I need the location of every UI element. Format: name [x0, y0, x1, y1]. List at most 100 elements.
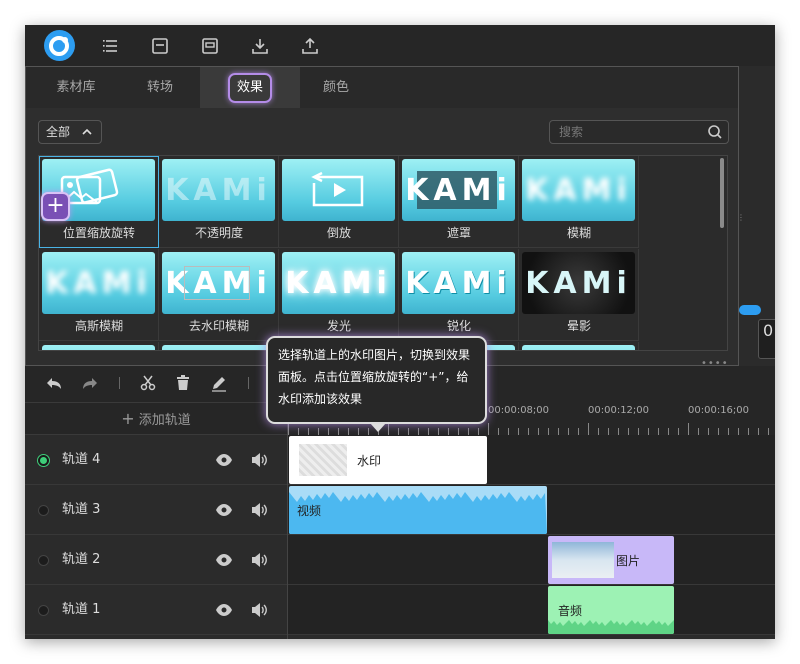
effect-thumbnail: KAMi	[282, 252, 395, 314]
effect-card[interactable]: KAMi 遮罩	[399, 156, 519, 248]
tab-effects-label: 效果	[227, 73, 272, 103]
effect-label: 模糊	[566, 226, 591, 240]
track-name: 轨道 1	[62, 602, 101, 617]
track-divider	[287, 402, 288, 639]
category-filter[interactable]: 全部	[38, 120, 102, 144]
eye-icon[interactable]	[215, 553, 233, 567]
track-row[interactable]: 轨道 3	[25, 485, 287, 535]
effect-card[interactable]: KAMi 高斯模糊	[39, 249, 159, 341]
thumbnail-text: KAMi	[405, 172, 512, 208]
effect-thumbnail	[162, 345, 275, 350]
reverse-play-icon	[311, 171, 364, 207]
tab-colors[interactable]: 颜色	[286, 67, 386, 108]
track-row[interactable]: 轨道 4	[25, 435, 287, 485]
track-row[interactable]: 轨道 1	[25, 585, 287, 635]
clip-label: 图片	[616, 554, 641, 568]
panel-resize-handle[interactable]: ⋮	[737, 213, 745, 222]
save-icon[interactable]	[150, 36, 170, 56]
speaker-icon[interactable]	[250, 552, 268, 568]
save-as-icon[interactable]	[200, 36, 220, 56]
ruler-tick	[558, 428, 559, 435]
track-select-toggle[interactable]	[38, 605, 49, 616]
effects-panel: 素材库 转场 效果 颜色 全部 搜索 位置缩放旋转 + KAMi 不透明度 倒放 KAMi…	[25, 66, 739, 366]
guide-tooltip: 选择轨道上的水印图片，切换到效果面板。点击位置缩放旋转的“+”，给水印添加该效果	[266, 336, 487, 432]
search-placeholder: 搜索	[559, 125, 584, 139]
speaker-icon[interactable]	[250, 502, 268, 518]
ruler-tick	[408, 428, 409, 435]
effect-card[interactable]: KAMi 发光	[279, 249, 399, 341]
cut-icon[interactable]	[139, 374, 157, 392]
ruler-tick	[328, 428, 329, 435]
eye-icon[interactable]	[215, 503, 233, 517]
effect-thumbnail: KAMi	[162, 159, 275, 221]
edit-icon[interactable]	[210, 374, 228, 392]
clip-watermark[interactable]: 水印	[289, 436, 487, 484]
clip-label: 视频	[297, 504, 322, 518]
effect-card[interactable]	[39, 342, 159, 350]
app-logo	[44, 30, 75, 61]
track-select-toggle[interactable]	[38, 455, 49, 466]
eye-icon[interactable]	[215, 603, 233, 617]
track-name: 轨道 3	[62, 502, 101, 517]
ruler-tick	[468, 428, 469, 435]
tab-effects[interactable]: 效果	[200, 67, 300, 108]
ruler-tick	[678, 428, 679, 435]
undo-icon[interactable]	[45, 374, 63, 392]
effect-card[interactable]: 位置缩放旋转 +	[39, 156, 159, 248]
thumbnail-text: KAMi	[525, 265, 632, 301]
clip-label: 音频	[558, 604, 583, 618]
effect-card[interactable]: KAMi 锐化	[399, 249, 519, 341]
clip-video[interactable]: 视频	[289, 486, 547, 534]
effects-scrollbar[interactable]	[720, 158, 724, 228]
effect-card[interactable]: KAMi 模糊	[519, 156, 639, 248]
effect-card[interactable]: KAMi 去水印模糊	[159, 249, 279, 341]
thumbnail-text: KAMi	[45, 265, 152, 301]
ruler-tick	[698, 428, 699, 435]
search-input[interactable]: 搜索	[549, 120, 729, 144]
effect-label: 遮罩	[446, 226, 471, 240]
tab-transitions[interactable]: 转场	[110, 67, 210, 108]
eye-icon[interactable]	[215, 453, 233, 467]
add-effect-plus-icon[interactable]: +	[41, 192, 70, 221]
ruler-tick	[318, 428, 319, 435]
speaker-icon[interactable]	[250, 452, 268, 468]
redo-icon[interactable]	[81, 374, 99, 392]
ruler-tick	[618, 428, 619, 435]
export-icon[interactable]	[300, 36, 320, 56]
delete-icon[interactable]	[174, 374, 192, 392]
thumbnail-text: KAMi	[165, 172, 272, 208]
track-lane[interactable]: 音频	[288, 585, 775, 635]
effect-label: 晕影	[566, 319, 591, 333]
track-lane[interactable]: 视频	[288, 485, 775, 535]
search-icon[interactable]	[707, 124, 723, 140]
track-row[interactable]: 轨道 2	[25, 535, 287, 585]
effect-thumbnail	[282, 159, 395, 221]
speaker-icon[interactable]	[250, 602, 268, 618]
track-lane[interactable]: 水印	[288, 435, 775, 485]
ruler-tick	[418, 428, 419, 435]
effect-card[interactable]: KAMi 不透明度	[159, 156, 279, 248]
effect-card[interactable]	[519, 342, 639, 350]
list-icon[interactable]	[101, 36, 121, 56]
track-lane[interactable]: 图片	[288, 535, 775, 585]
ruler-tick	[498, 428, 499, 435]
panel-tabs: 素材库 转场 效果 颜色	[26, 67, 738, 108]
add-track-button[interactable]: + 添加轨道	[25, 403, 287, 436]
ruler-tick	[288, 423, 289, 435]
effect-card[interactable]: KAMi 晕影	[519, 249, 639, 341]
track-select-toggle[interactable]	[38, 555, 49, 566]
timecode-label: 00:00:16;00	[688, 405, 750, 416]
ruler-tick	[358, 428, 359, 435]
top-toolbar	[25, 25, 775, 66]
track-select-toggle[interactable]	[38, 505, 49, 516]
download-icon[interactable]	[250, 36, 270, 56]
effect-card[interactable]	[159, 342, 279, 350]
zoom-slider-thumb[interactable]	[739, 305, 761, 315]
timecode-label: 00:00:12;00	[588, 405, 650, 416]
clip-image[interactable]: 图片	[548, 536, 674, 584]
ruler-tick	[338, 428, 339, 435]
ruler-tick	[528, 428, 529, 435]
effect-card[interactable]: 倒放	[279, 156, 399, 248]
ruler-tick	[668, 428, 669, 435]
clip-audio[interactable]: 音频	[548, 586, 674, 634]
